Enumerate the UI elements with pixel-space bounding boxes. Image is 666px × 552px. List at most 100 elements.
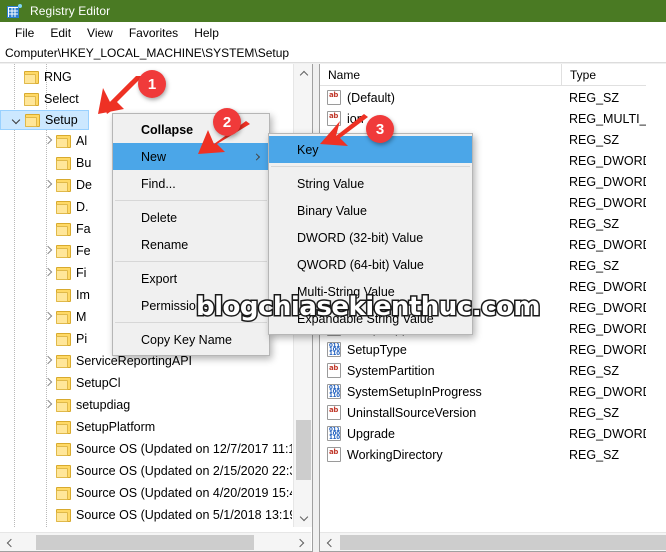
tree-scroll-right-icon[interactable] [292,533,311,551]
menu-item-label: Rename [141,237,189,252]
values-list-header: Name Type [320,64,646,86]
tree-node[interactable]: Source OS (Updated on 4/20/2019 15:42: [0,482,292,504]
tree-scroll-left-icon[interactable] [0,533,19,551]
tree-node[interactable]: SetupPlatform [0,416,292,438]
value-row[interactable]: ab UninstallSourceVersion REG_SZ [320,402,646,423]
menu-separator [115,200,267,201]
value-type-cell: REG_DWORD [569,300,646,315]
value-name-cell: ab (Default) [320,90,561,105]
menu-view[interactable]: View [79,24,121,42]
menu-item-label: Binary Value [297,203,367,218]
value-row[interactable]: 011 100 110 SystemSetupInProgress REG_DWORD [320,381,646,402]
menu-item[interactable]: Binary Value [269,197,472,224]
string-value-icon: ab [327,405,341,420]
tree-node-label: Source OS (Updated on 4/20/2019 15:42: [76,486,292,500]
tree-node[interactable]: setupdiag [0,394,292,416]
tree-node[interactable]: Source OS (Updated on 5/1/2018 13:19:0 [0,504,292,526]
values-hscrollbar-thumb[interactable] [340,535,666,550]
chevron-right-icon[interactable] [40,243,56,259]
tree-scroll-up-icon[interactable] [294,64,312,82]
menu-help[interactable]: Help [186,24,227,42]
tree-node-label: Source OS (Updated on 5/1/2018 13:19:0 [76,508,292,522]
menu-item-label: DWORD (32-bit) Value [297,230,424,245]
menu-item[interactable]: Copy Key Name [113,326,269,353]
annotation-badge-2: 2 [213,108,241,136]
menu-item-label: Export [141,271,178,286]
value-row[interactable]: ab (Default) REG_SZ [320,87,646,108]
value-row[interactable]: 011 100 110 SetupType REG_DWORD [320,339,646,360]
tree-hscrollbar-thumb[interactable] [36,535,254,550]
value-type-cell: REG_DWORD [569,195,646,210]
menu-item[interactable]: DWORD (32-bit) Value [269,224,472,251]
tree-node-label: setupdiag [76,398,131,412]
chevron-right-icon[interactable] [40,177,56,193]
tree-node-label: M [76,310,87,324]
menu-item-label: QWORD (64-bit) Value [297,257,424,272]
menu-favorites[interactable]: Favorites [121,24,186,42]
chevron-right-icon[interactable] [40,309,56,325]
tree-scroll-down-icon[interactable] [294,509,312,527]
value-row[interactable]: ab SystemPartition REG_SZ [320,360,646,381]
menu-file[interactable]: File [7,24,42,42]
chevron-right-icon[interactable] [40,353,56,369]
tree-node-label: Setup [45,113,78,127]
tree-node[interactable]: Setup [0,110,89,130]
menu-edit[interactable]: Edit [42,24,79,42]
values-horizontal-scrollbar[interactable] [320,532,666,551]
value-type-cell: REG_DWORD [569,237,646,252]
menu-item[interactable]: String Value [269,170,472,197]
folder-icon [56,134,71,148]
tree-node-label: Source OS (Updated on 2/15/2020 22:38: [76,464,292,478]
value-type-cell: REG_SZ [569,405,620,420]
value-type-cell: REG_SZ [569,132,620,147]
values-scroll-left-icon[interactable] [320,533,339,551]
chevron-right-icon[interactable] [40,397,56,413]
chevron-down-icon[interactable] [9,112,25,128]
chevron-right-icon[interactable] [40,375,56,391]
value-name-label: SetupType [347,342,407,357]
menu-item-label: Delete [141,210,178,225]
menu-item[interactable]: Export [113,265,269,292]
menu-separator [115,261,267,262]
value-type-cell: REG_DWORD [569,174,646,189]
value-type-cell: REG_DWORD [569,279,646,294]
registry-path: Computer\HKEY_LOCAL_MACHINE\SYSTEM\Setup [5,45,290,60]
menu-item[interactable]: QWORD (64-bit) Value [269,251,472,278]
column-header-type[interactable]: Type [561,64,646,86]
value-name-cell: ab WorkingDirectory [320,447,561,462]
menu-separator [115,322,267,323]
value-name-label: SystemSetupInProgress [347,384,482,399]
tree-horizontal-scrollbar[interactable] [0,532,311,551]
chevron-right-icon[interactable] [40,265,56,281]
value-row[interactable]: 011 100 110 Upgrade REG_DWORD [320,423,646,444]
menu-item[interactable]: Find... [113,170,269,197]
tree-node[interactable]: SQM [0,526,292,527]
value-type-cell: REG_SZ [569,216,620,231]
menu-item[interactable]: Delete [113,204,269,231]
value-type-cell: REG_DWORD [569,321,646,336]
chevron-right-icon[interactable] [40,133,56,149]
folder-icon [24,70,39,84]
folder-icon [56,288,71,302]
menu-separator [271,166,470,167]
menu-item[interactable]: Rename [113,231,269,258]
window-title: Registry Editor [30,4,111,18]
annotation-badge-1: 1 [138,70,166,98]
tree-scrollbar-thumb[interactable] [296,420,311,480]
title-bar: Registry Editor [0,0,666,22]
tree-node[interactable]: Source OS (Updated on 2/15/2020 22:38: [0,460,292,482]
tree-node-label: Fa [76,222,91,236]
address-bar[interactable]: Computer\HKEY_LOCAL_MACHINE\SYSTEM\Setup [0,43,666,63]
tree-node[interactable]: Source OS (Updated on 12/7/2017 11:15: [0,438,292,460]
value-type-cell: REG_SZ [569,447,620,462]
tree-node[interactable]: SetupCl [0,372,292,394]
value-row[interactable]: ab WorkingDirectory REG_SZ [320,444,646,465]
column-header-name[interactable]: Name [320,64,561,86]
annotation-badge-3: 3 [366,115,394,143]
value-name-label: WorkingDirectory [347,447,443,462]
